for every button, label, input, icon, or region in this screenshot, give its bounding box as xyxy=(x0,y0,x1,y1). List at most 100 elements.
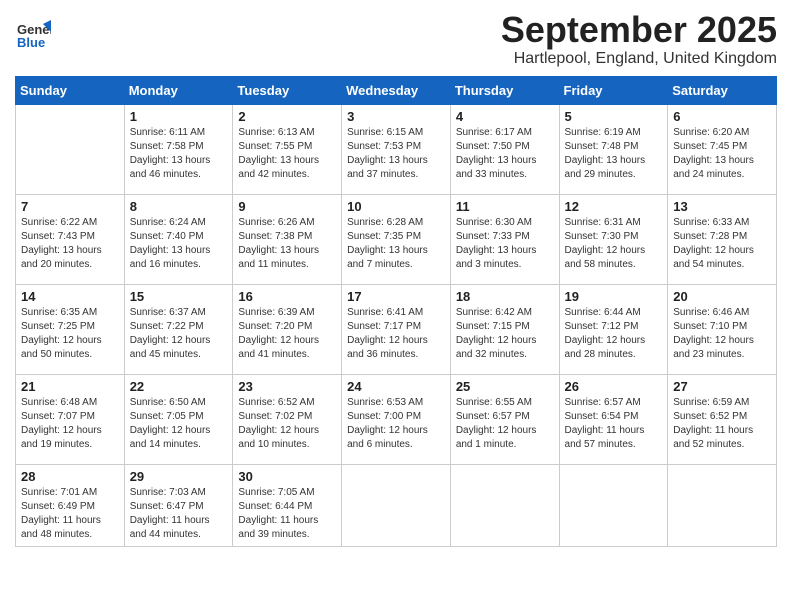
day-info: Sunrise: 7:05 AM Sunset: 6:44 PM Dayligh… xyxy=(238,486,336,542)
day-info: Sunrise: 6:31 AM Sunset: 7:30 PM Dayligh… xyxy=(565,216,663,272)
day-number: 10 xyxy=(347,199,445,214)
calendar-cell xyxy=(450,464,559,546)
calendar-cell xyxy=(342,464,451,546)
calendar-cell: 9 Sunrise: 6:26 AM Sunset: 7:38 PM Daylig… xyxy=(233,194,342,284)
calendar-cell: 6Sunrise: 6:20 AM Sunset: 7:45 PM Daylig… xyxy=(668,104,777,194)
weekday-header-sunday: Sunday xyxy=(16,76,125,104)
page-header: General Blue September 2025 Hartlepool, … xyxy=(15,10,777,68)
day-info: Sunrise: 7:03 AM Sunset: 6:47 PM Dayligh… xyxy=(130,486,228,542)
calendar-cell: 27 Sunrise: 6:59 AM Sunset: 6:52 PM Dayli… xyxy=(668,374,777,464)
calendar-week-4: 21 Sunrise: 6:48 AM Sunset: 7:07 PM Dayli… xyxy=(16,374,777,464)
day-info: Sunrise: 6:44 AM Sunset: 7:12 PM Dayligh… xyxy=(565,306,663,362)
calendar-cell: 12 Sunrise: 6:31 AM Sunset: 7:30 PM Dayli… xyxy=(559,194,668,284)
day-info: Sunrise: 6:28 AM Sunset: 7:35 PM Dayligh… xyxy=(347,216,445,272)
calendar-week-5: 28Sunrise: 7:01 AM Sunset: 6:49 PM Dayli… xyxy=(16,464,777,546)
calendar-cell: 24 Sunrise: 6:53 AM Sunset: 7:00 PM Dayli… xyxy=(342,374,451,464)
day-number: 4 xyxy=(456,109,554,124)
day-info: Sunrise: 6:37 AM Sunset: 7:22 PM Dayligh… xyxy=(130,306,228,362)
calendar-cell: 30 Sunrise: 7:05 AM Sunset: 6:44 PM Dayli… xyxy=(233,464,342,546)
day-number: 2 xyxy=(238,109,336,124)
weekday-header-wednesday: Wednesday xyxy=(342,76,451,104)
day-info: Sunrise: 6:35 AM Sunset: 7:25 PM Dayligh… xyxy=(21,306,119,362)
day-info: Sunrise: 6:33 AM Sunset: 7:28 PM Dayligh… xyxy=(673,216,771,272)
day-number: 16 xyxy=(238,289,336,304)
location: Hartlepool, England, United Kingdom xyxy=(501,50,777,68)
day-info: Sunrise: 6:42 AM Sunset: 7:15 PM Dayligh… xyxy=(456,306,554,362)
day-info: Sunrise: 6:19 AM Sunset: 7:48 PM Dayligh… xyxy=(565,126,663,182)
day-info: Sunrise: 6:30 AM Sunset: 7:33 PM Dayligh… xyxy=(456,216,554,272)
calendar-cell: 5 Sunrise: 6:19 AM Sunset: 7:48 PM Daylig… xyxy=(559,104,668,194)
calendar-cell: 29Sunrise: 7:03 AM Sunset: 6:47 PM Dayli… xyxy=(124,464,233,546)
calendar-cell: 4Sunrise: 6:17 AM Sunset: 7:50 PM Daylig… xyxy=(450,104,559,194)
day-number: 21 xyxy=(21,379,119,394)
day-info: Sunrise: 6:22 AM Sunset: 7:43 PM Dayligh… xyxy=(21,216,119,272)
weekday-header-friday: Friday xyxy=(559,76,668,104)
calendar-cell: 15 Sunrise: 6:37 AM Sunset: 7:22 PM Dayli… xyxy=(124,284,233,374)
day-number: 9 xyxy=(238,199,336,214)
day-number: 23 xyxy=(238,379,336,394)
day-number: 17 xyxy=(347,289,445,304)
day-info: Sunrise: 6:26 AM Sunset: 7:38 PM Dayligh… xyxy=(238,216,336,272)
calendar-cell: 2 Sunrise: 6:13 AM Sunset: 7:55 PM Daylig… xyxy=(233,104,342,194)
day-number: 18 xyxy=(456,289,554,304)
day-number: 14 xyxy=(21,289,119,304)
calendar-week-1: 1Sunrise: 6:11 AM Sunset: 7:58 PM Daylig… xyxy=(16,104,777,194)
day-number: 8 xyxy=(130,199,228,214)
day-number: 30 xyxy=(238,469,336,484)
calendar-cell: 7Sunrise: 6:22 AM Sunset: 7:43 PM Daylig… xyxy=(16,194,125,284)
calendar-cell: 3 Sunrise: 6:15 AM Sunset: 7:53 PM Daylig… xyxy=(342,104,451,194)
day-info: Sunrise: 6:52 AM Sunset: 7:02 PM Dayligh… xyxy=(238,396,336,452)
calendar-cell: 18 Sunrise: 6:42 AM Sunset: 7:15 PM Dayli… xyxy=(450,284,559,374)
day-info: Sunrise: 6:59 AM Sunset: 6:52 PM Dayligh… xyxy=(673,396,771,452)
day-number: 13 xyxy=(673,199,771,214)
calendar-cell: 28Sunrise: 7:01 AM Sunset: 6:49 PM Dayli… xyxy=(16,464,125,546)
day-info: Sunrise: 6:48 AM Sunset: 7:07 PM Dayligh… xyxy=(21,396,119,452)
day-number: 3 xyxy=(347,109,445,124)
calendar-cell: 13 Sunrise: 6:33 AM Sunset: 7:28 PM Dayli… xyxy=(668,194,777,284)
day-number: 12 xyxy=(565,199,663,214)
logo: General Blue xyxy=(15,16,51,52)
calendar-cell: 14 Sunrise: 6:35 AM Sunset: 7:25 PM Dayli… xyxy=(16,284,125,374)
day-info: Sunrise: 6:57 AM Sunset: 6:54 PM Dayligh… xyxy=(565,396,663,452)
day-number: 26 xyxy=(565,379,663,394)
day-info: Sunrise: 6:41 AM Sunset: 7:17 PM Dayligh… xyxy=(347,306,445,362)
calendar-cell: 10 Sunrise: 6:28 AM Sunset: 7:35 PM Dayli… xyxy=(342,194,451,284)
day-info: Sunrise: 6:53 AM Sunset: 7:00 PM Dayligh… xyxy=(347,396,445,452)
day-number: 27 xyxy=(673,379,771,394)
day-info: Sunrise: 6:24 AM Sunset: 7:40 PM Dayligh… xyxy=(130,216,228,272)
day-info: Sunrise: 7:01 AM Sunset: 6:49 PM Dayligh… xyxy=(21,486,119,542)
svg-text:Blue: Blue xyxy=(17,35,45,50)
calendar-cell: 16 Sunrise: 6:39 AM Sunset: 7:20 PM Dayli… xyxy=(233,284,342,374)
day-number: 15 xyxy=(130,289,228,304)
weekday-header-saturday: Saturday xyxy=(668,76,777,104)
day-number: 22 xyxy=(130,379,228,394)
day-info: Sunrise: 6:46 AM Sunset: 7:10 PM Dayligh… xyxy=(673,306,771,362)
day-number: 11 xyxy=(456,199,554,214)
calendar-cell: 22 Sunrise: 6:50 AM Sunset: 7:05 PM Dayli… xyxy=(124,374,233,464)
calendar-cell: 1Sunrise: 6:11 AM Sunset: 7:58 PM Daylig… xyxy=(124,104,233,194)
weekday-header-thursday: Thursday xyxy=(450,76,559,104)
calendar-cell: 8 Sunrise: 6:24 AM Sunset: 7:40 PM Daylig… xyxy=(124,194,233,284)
calendar-week-2: 7Sunrise: 6:22 AM Sunset: 7:43 PM Daylig… xyxy=(16,194,777,284)
day-info: Sunrise: 6:20 AM Sunset: 7:45 PM Dayligh… xyxy=(673,126,771,182)
day-number: 5 xyxy=(565,109,663,124)
day-number: 19 xyxy=(565,289,663,304)
day-number: 20 xyxy=(673,289,771,304)
calendar-table: SundayMondayTuesdayWednesdayThursdayFrid… xyxy=(15,76,777,547)
day-number: 24 xyxy=(347,379,445,394)
day-info: Sunrise: 6:55 AM Sunset: 6:57 PM Dayligh… xyxy=(456,396,554,452)
calendar-cell: 17 Sunrise: 6:41 AM Sunset: 7:17 PM Dayli… xyxy=(342,284,451,374)
day-info: Sunrise: 6:13 AM Sunset: 7:55 PM Dayligh… xyxy=(238,126,336,182)
calendar-cell: 21 Sunrise: 6:48 AM Sunset: 7:07 PM Dayli… xyxy=(16,374,125,464)
weekday-header-tuesday: Tuesday xyxy=(233,76,342,104)
calendar-cell xyxy=(559,464,668,546)
day-info: Sunrise: 6:15 AM Sunset: 7:53 PM Dayligh… xyxy=(347,126,445,182)
day-info: Sunrise: 6:50 AM Sunset: 7:05 PM Dayligh… xyxy=(130,396,228,452)
day-info: Sunrise: 6:39 AM Sunset: 7:20 PM Dayligh… xyxy=(238,306,336,362)
title-block: September 2025 Hartlepool, England, Unit… xyxy=(501,10,777,68)
day-number: 25 xyxy=(456,379,554,394)
calendar-cell: 20 Sunrise: 6:46 AM Sunset: 7:10 PM Dayli… xyxy=(668,284,777,374)
calendar-header-row: SundayMondayTuesdayWednesdayThursdayFrid… xyxy=(16,76,777,104)
calendar-cell xyxy=(668,464,777,546)
day-number: 1 xyxy=(130,109,228,124)
